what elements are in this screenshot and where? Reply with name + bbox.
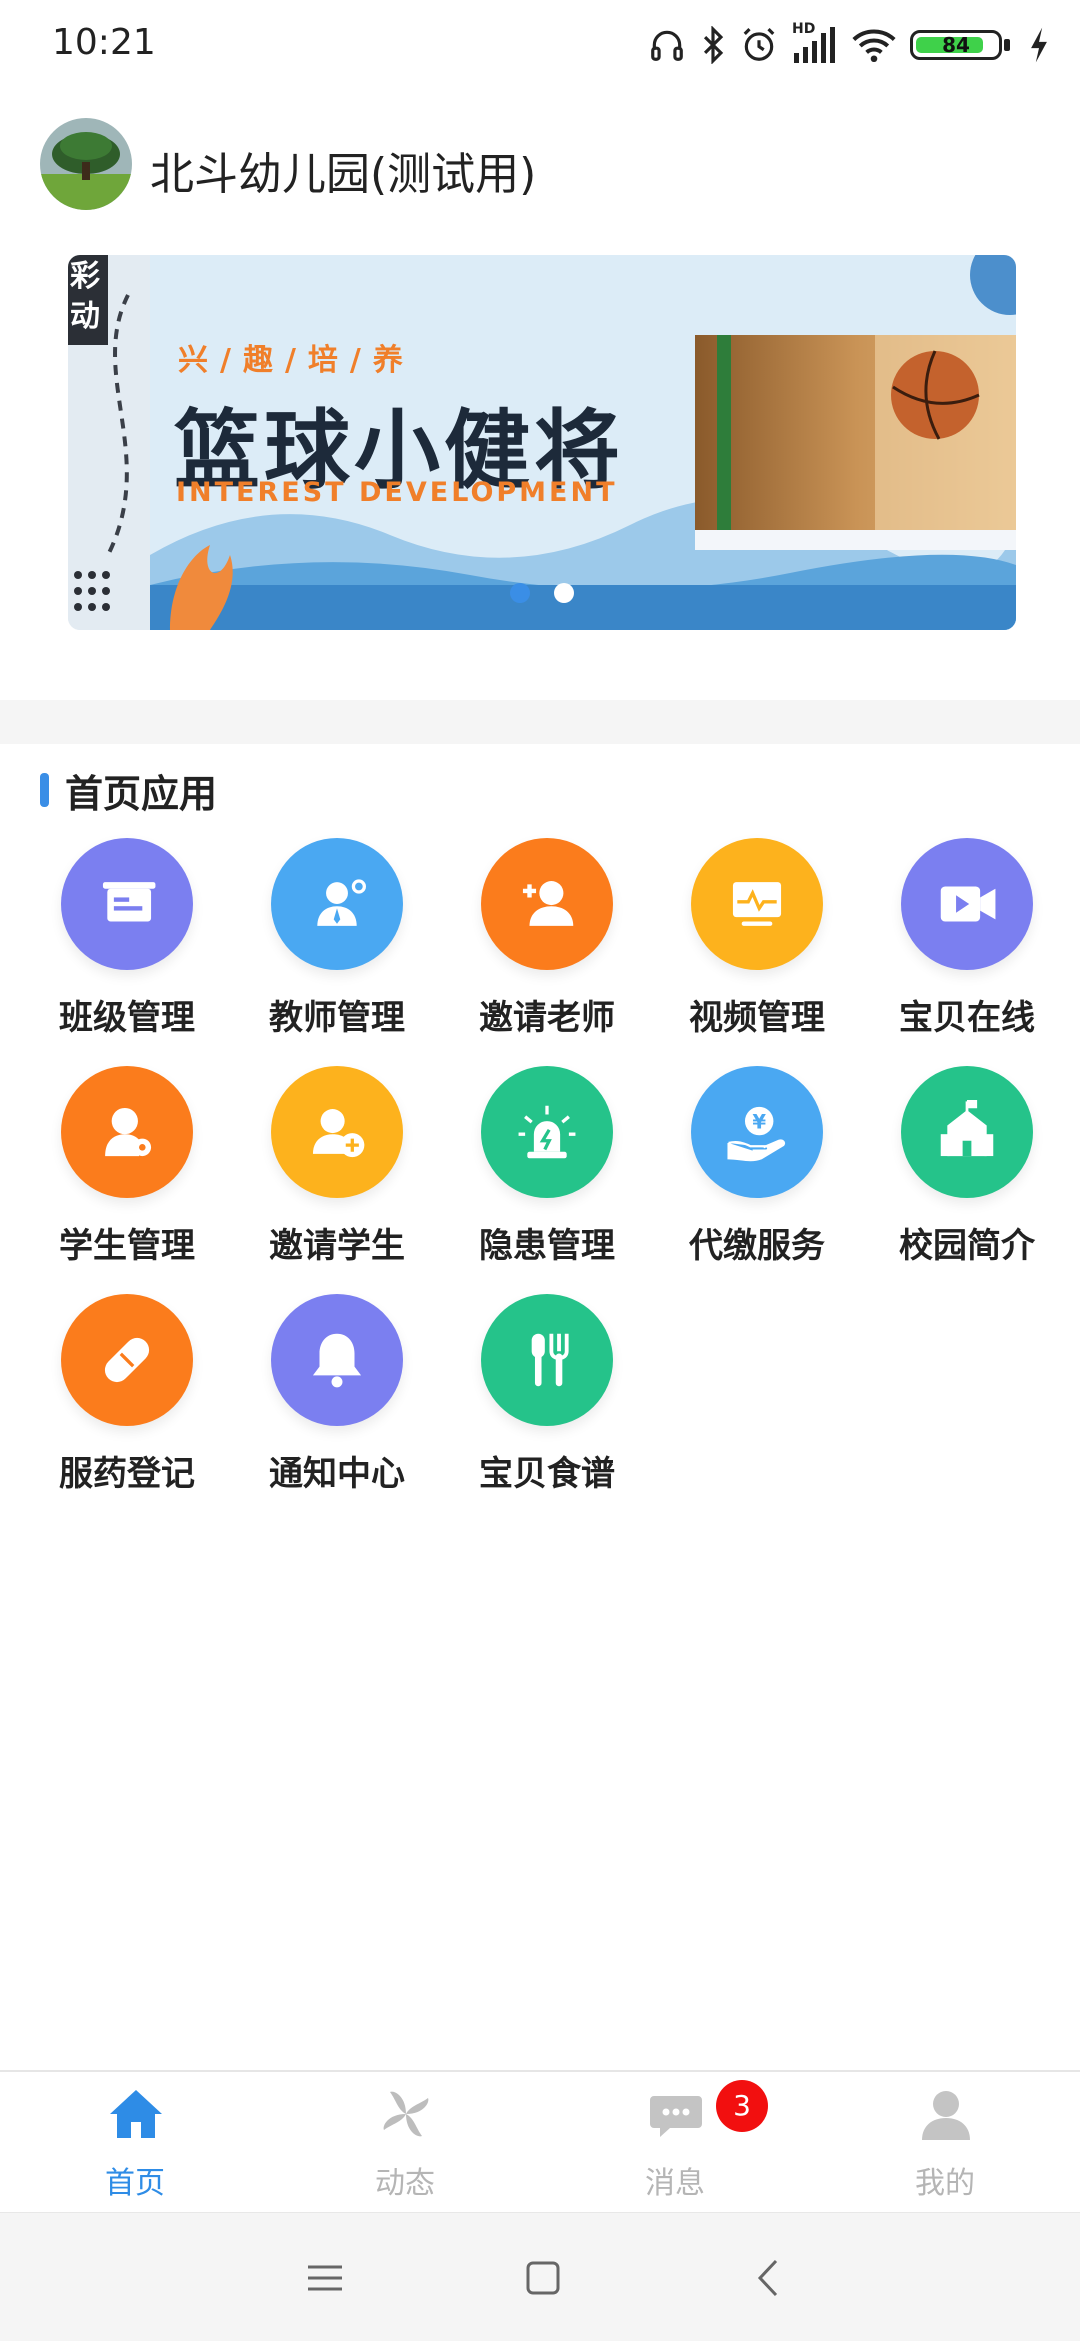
app-label: 邀请老师 [479,998,615,1038]
app-label: 通知中心 [269,1454,405,1494]
bottom-tab-bar: 首页 动态 3 消息 我的 [0,2070,1080,2212]
signal-hd: HD [792,21,838,65]
app-item[interactable]: 邀请老师 [430,830,640,1040]
app-item[interactable]: 服药登记 [10,1286,220,1496]
banner-prev-slide[interactable]: 彩动 [68,255,150,630]
tab-home[interactable]: 首页 [0,2072,270,2212]
banner-pagination [68,583,1016,603]
video-camera-icon[interactable] [901,838,1033,970]
banner-english: INTEREST DEVELOPMENT [176,477,618,508]
home-icon [110,2090,162,2138]
teacher-icon[interactable] [271,838,403,970]
section-accent-bar [40,773,49,807]
chat-icon [650,2096,702,2137]
app-item[interactable]: 宝贝在线 [850,830,1060,1040]
app-item[interactable]: 隐患管理 [430,1058,640,1268]
school-building-icon[interactable] [901,1066,1033,1198]
class-board-icon[interactable] [61,838,193,970]
banner-subtitle: 兴/趣/培/养 [178,343,415,378]
banner-side-text: 彩动 [70,259,100,334]
alarm-clock-icon [743,28,775,61]
menu-icon[interactable] [300,2253,350,2303]
wifi-icon [852,29,896,63]
alarm-icon[interactable] [481,1066,613,1198]
app-label: 校园简介 [899,1226,1035,1266]
bell-icon[interactable] [271,1294,403,1426]
app-label: 班级管理 [59,998,195,1038]
invite-teacher-icon[interactable] [481,838,613,970]
school-avatar[interactable] [40,118,132,210]
back-icon[interactable] [746,2253,796,2303]
pinwheel-icon [383,2091,429,2137]
school-name: 北斗幼儿园(测试用) [150,149,537,200]
headphones-icon [651,30,683,61]
app-item[interactable]: 班级管理 [10,830,220,1040]
banner-dot-2[interactable] [554,583,574,603]
system-navigation-bar [0,2212,1080,2341]
section-header: 首页应用 [40,765,218,816]
banner-carousel[interactable]: 彩动 兴/趣/培/养 篮球小健将 INTEREST DEVELOPMENT [68,255,1016,630]
battery-level: 84 [942,33,970,57]
app-label: 代缴服务 [689,1226,825,1266]
status-bar: 10:21 HD 84 [0,0,1080,90]
invite-student-icon[interactable] [271,1066,403,1198]
section-divider [0,700,1080,744]
app-label: 邀请学生 [269,1226,405,1266]
tab-profile-label: 我的 [915,2166,975,2201]
home-button-icon[interactable] [518,2253,568,2303]
banner-slide[interactable]: 兴/趣/培/养 篮球小健将 INTEREST DEVELOPMENT [150,255,1016,630]
app-label: 隐患管理 [479,1226,615,1266]
app-item[interactable]: 邀请学生 [220,1058,430,1268]
status-icons: HD 84 [648,20,1050,70]
svg-text:¥: ¥ [752,1111,766,1134]
utensils-icon[interactable] [481,1294,613,1426]
payment-hand-icon[interactable]: ¥ [691,1066,823,1198]
app-label: 学生管理 [59,1226,195,1266]
app-label: 视频管理 [689,998,825,1038]
tab-home-label: 首页 [105,2166,165,2201]
video-monitor-icon[interactable] [691,838,823,970]
bluetooth-icon [703,26,724,64]
banner-dot-1[interactable] [510,583,530,603]
battery-indicator: 84 [910,27,1014,63]
app-item[interactable]: 通知中心 [220,1286,430,1496]
person-icon [922,2091,970,2140]
header: 北斗幼儿园(测试用) [0,110,1080,220]
app-item[interactable]: 视频管理 [640,830,850,1040]
student-settings-icon[interactable] [61,1066,193,1198]
app-label: 教师管理 [269,998,405,1038]
charging-icon [1031,27,1047,63]
message-count-badge: 3 [716,2080,768,2132]
tab-messages-label: 消息 [645,2166,705,2201]
app-item[interactable]: 学生管理 [10,1058,220,1268]
signal-icon [794,27,835,63]
basketball-photo [695,335,1016,550]
app-label: 服药登记 [59,1454,195,1494]
tab-profile[interactable]: 我的 [810,2072,1080,2212]
status-time: 10:21 [52,22,156,63]
tab-moments[interactable]: 动态 [270,2072,540,2212]
app-item[interactable]: 教师管理 [220,830,430,1040]
app-label: 宝贝在线 [899,998,1035,1038]
app-item[interactable]: 宝贝食谱 [430,1286,640,1496]
section-title: 首页应用 [65,771,218,816]
tree-logo-icon [40,118,132,210]
tab-moments-label: 动态 [375,2166,435,2201]
tab-messages[interactable]: 3 消息 [540,2072,810,2212]
app-item[interactable]: 校园简介 [850,1058,1060,1268]
app-item[interactable]: ¥ 代缴服务 [640,1058,850,1268]
pill-icon[interactable] [61,1294,193,1426]
app-label: 宝贝食谱 [479,1454,615,1494]
